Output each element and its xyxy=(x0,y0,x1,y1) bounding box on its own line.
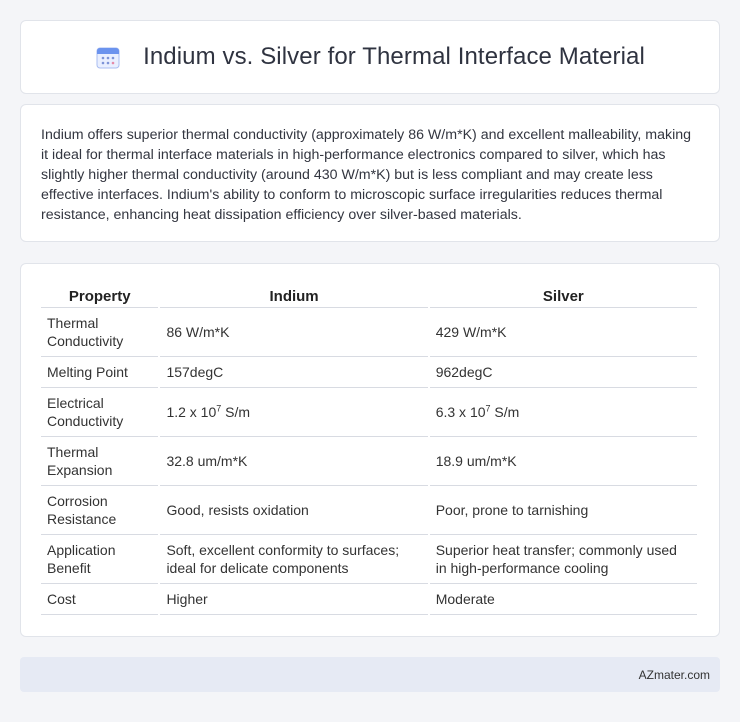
indium-cell: Soft, excellent conformity to surfaces; … xyxy=(160,535,428,584)
table-row: Cost Higher Moderate xyxy=(41,584,697,615)
indium-value-unit: S/m xyxy=(221,404,251,420)
silver-cell: 962degC xyxy=(429,357,697,388)
page-title: Indium vs. Silver for Thermal Interface … xyxy=(143,43,645,70)
comparison-card: Property Indium Silver Thermal Conductiv… xyxy=(20,263,720,637)
indium-cell: Good, resists oxidation xyxy=(160,486,428,535)
column-header-property: Property xyxy=(41,284,159,308)
property-cell: Thermal Conductivity xyxy=(41,308,159,357)
silver-value-unit: S/m xyxy=(490,404,520,420)
indium-cell: 32.8 um/m*K xyxy=(160,437,428,486)
property-cell: Cost xyxy=(41,584,159,615)
table-row: Application Benefit Soft, excellent conf… xyxy=(41,535,697,584)
indium-cell: 86 W/m*K xyxy=(160,308,428,357)
silver-cell: Poor, prone to tarnishing xyxy=(429,486,697,535)
title-card: Indium vs. Silver for Thermal Interface … xyxy=(20,20,720,94)
table-row: Corrosion Resistance Good, resists oxida… xyxy=(41,486,697,535)
silver-cell: 6.3 x 107 S/m xyxy=(429,388,697,437)
indium-cell: 157degC xyxy=(160,357,428,388)
table-row: Thermal Expansion 32.8 um/m*K 18.9 um/m*… xyxy=(41,437,697,486)
silver-cell: Superior heat transfer; commonly used in… xyxy=(429,535,697,584)
property-cell: Application Benefit xyxy=(41,535,159,584)
indium-cell: Higher xyxy=(160,584,428,615)
calendar-icon xyxy=(96,47,120,69)
property-cell: Melting Point xyxy=(41,357,159,388)
footer-brand: AZmater.com xyxy=(638,667,710,682)
silver-cell: 429 W/m*K xyxy=(429,308,697,357)
property-cell: Electrical Conductivity xyxy=(41,388,159,437)
table-row: Electrical Conductivity 1.2 x 107 S/m 6.… xyxy=(41,388,697,437)
table-row: Thermal Conductivity 86 W/m*K 429 W/m*K xyxy=(41,308,697,357)
property-cell: Thermal Expansion xyxy=(41,437,159,486)
column-header-silver: Silver xyxy=(429,284,697,308)
indium-value-base: 1.2 x 10 xyxy=(166,404,217,420)
footer-bar: AZmater.com xyxy=(20,657,720,692)
silver-cell: 18.9 um/m*K xyxy=(429,437,697,486)
silver-value-base: 6.3 x 10 xyxy=(435,404,486,420)
description-text: Indium offers superior thermal conductiv… xyxy=(41,127,692,223)
property-cell: Corrosion Resistance xyxy=(41,486,159,535)
table-row: Melting Point 157degC 962degC xyxy=(41,357,697,388)
indium-cell: 1.2 x 107 S/m xyxy=(160,388,428,437)
table-header-row: Property Indium Silver xyxy=(41,284,697,308)
column-header-indium: Indium xyxy=(160,284,428,308)
description-card: Indium offers superior thermal conductiv… xyxy=(20,104,720,242)
comparison-table: Property Indium Silver Thermal Conductiv… xyxy=(39,284,699,615)
silver-cell: Moderate xyxy=(429,584,697,615)
